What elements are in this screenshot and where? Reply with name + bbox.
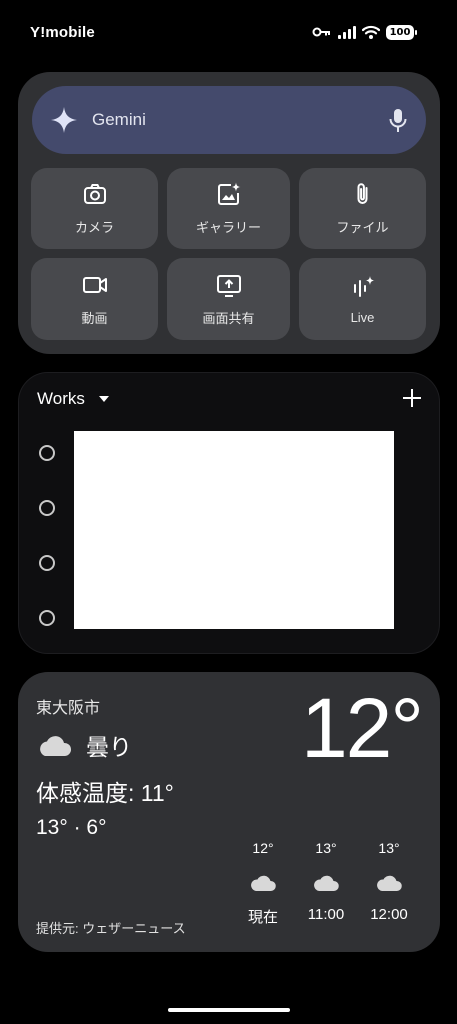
gallery-button[interactable]: ギャラリー [167,168,290,249]
redacted-task-list [74,431,394,629]
video-button[interactable]: 動画 [31,258,158,340]
task-checkbox[interactable] [39,610,55,626]
screen-share-label: 画面共有 [202,310,255,326]
status-bar: Y!mobile 100 [0,0,457,64]
signal-icon [338,25,356,39]
caret-down-icon [98,396,109,402]
live-icon [353,275,374,297]
cloud-icon [377,875,402,891]
gemini-label: Gemini [92,110,146,129]
gallery-label: ギャラリー [195,220,261,235]
task-checkbox[interactable] [39,555,55,571]
gemini-widget: Gemini カメラ ギャラリー ファイル 動画 画面共有 Live [18,72,440,354]
hourly-forecast-item: 13° 12:00 [359,840,419,923]
task-list-selector[interactable]: Works [37,389,109,409]
live-label: Live [350,309,375,325]
file-label: ファイル [336,220,389,235]
camera-button[interactable]: カメラ [31,168,158,249]
weather-widget[interactable]: 東大阪市 曇り 体感温度: 11° 13° · 6° 12° 12° 現在 13… [18,672,440,952]
hourly-forecast-item: 13° 11:00 [296,840,356,923]
wifi-icon [362,25,380,39]
video-label: 動画 [81,310,108,326]
hourly-time: 12:00 [370,906,408,923]
hourly-forecast-item: 12° 現在 [233,840,293,927]
cloud-icon [251,875,276,891]
weather-provider: 提供元: ウェザーニュース [36,921,186,936]
task-checkbox[interactable] [39,445,55,461]
hourly-temp: 13° [315,840,337,856]
key-icon [312,27,330,37]
task-checkbox[interactable] [39,500,55,516]
add-task-icon[interactable] [401,387,423,409]
paperclip-icon [357,183,367,204]
gemini-prompt-bar[interactable]: Gemini [32,86,426,154]
screen-share-icon [216,274,241,297]
weather-city: 東大阪市 [36,700,101,717]
cloud-icon [314,875,339,891]
high-low-temp: 13° · 6° [36,816,107,839]
current-temperature: 12° [300,681,424,775]
video-icon [82,276,107,293]
battery-level: 100 [389,26,411,38]
hourly-temp: 13° [378,840,400,856]
feels-like: 体感温度: 11° [36,780,174,806]
cloud-icon [40,736,72,756]
camera-label: カメラ [74,220,114,235]
weather-condition: 曇り [36,728,132,762]
screen-share-button[interactable]: 画面共有 [167,258,290,340]
task-list-name: Works [37,389,85,408]
mic-icon[interactable] [388,108,408,134]
home-indicator[interactable] [168,1008,290,1012]
gallery-icon [217,182,240,205]
battery-icon: 100 [386,24,417,40]
carrier-name: Y!mobile [30,24,95,41]
hourly-time: 現在 [247,909,278,926]
tasks-widget: Works [18,372,440,654]
weather-condition-text: 曇り [86,734,132,760]
live-button[interactable]: Live [299,258,426,340]
camera-icon [83,184,106,204]
hourly-temp: 12° [252,840,274,856]
status-icons: 100 [312,22,417,42]
file-button[interactable]: ファイル [299,168,426,249]
hourly-time: 11:00 [307,906,345,923]
gemini-sparkle-icon [51,107,77,133]
